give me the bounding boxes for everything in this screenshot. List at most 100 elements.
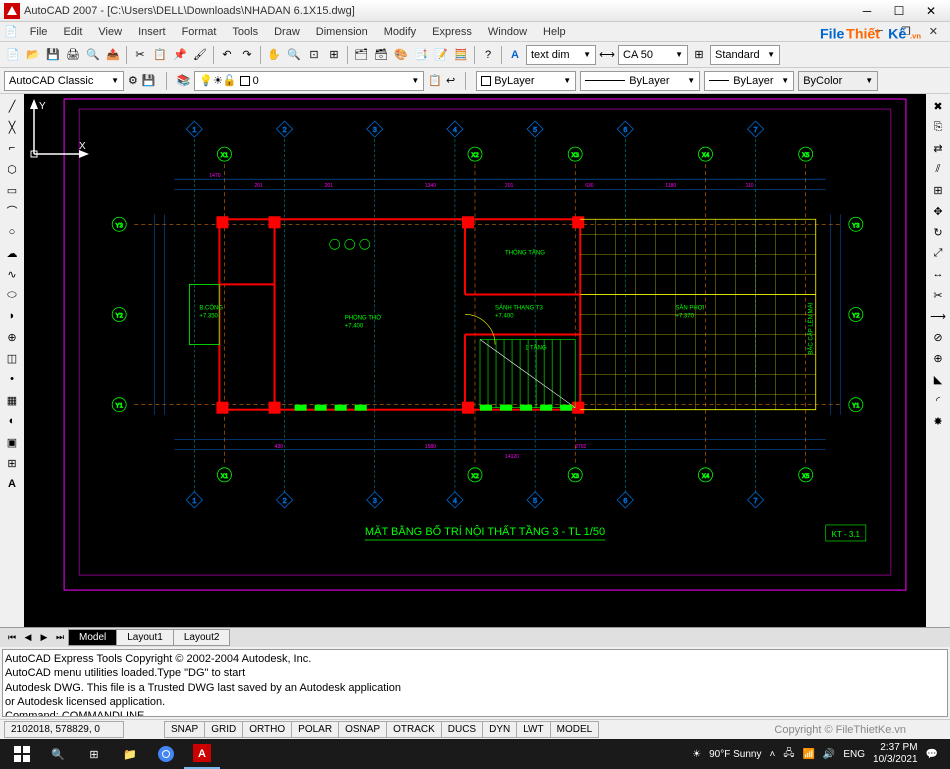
command-window[interactable]: AutoCAD Express Tools Copyright © 2002-2… <box>2 649 948 717</box>
trim-icon[interactable]: ✂ <box>928 285 948 305</box>
zoom-win-icon[interactable]: ⊡ <box>305 46 323 64</box>
copy-obj-icon[interactable]: ⎘ <box>928 117 948 137</box>
dc-icon[interactable]: 🗃 <box>372 46 390 64</box>
break-icon[interactable]: ⊘ <box>928 327 948 347</box>
toggle-osnap[interactable]: OSNAP <box>338 721 387 738</box>
wifi-icon[interactable]: 📶 <box>802 749 814 760</box>
explorer-icon[interactable]: 📁 <box>112 739 148 769</box>
toggle-snap[interactable]: SNAP <box>164 721 205 738</box>
maximize-button[interactable]: ☐ <box>884 2 914 20</box>
tab-model[interactable]: Model <box>68 629 117 646</box>
undo-icon[interactable]: ↶ <box>218 46 236 64</box>
circle-icon[interactable]: ○ <box>2 222 22 242</box>
tp-icon[interactable]: 🎨 <box>392 46 410 64</box>
minimize-button[interactable]: ─ <box>852 2 882 20</box>
toggle-grid[interactable]: GRID <box>204 721 243 738</box>
zoom-prev-icon[interactable]: ⊞ <box>325 46 343 64</box>
weather-icon[interactable]: ☀ <box>692 749 701 760</box>
ellipse-icon[interactable]: ⬭ <box>2 285 22 305</box>
cut-icon[interactable]: ✂ <box>131 46 149 64</box>
pan-icon[interactable]: ✋ <box>265 46 283 64</box>
toggle-polar[interactable]: POLAR <box>291 721 339 738</box>
rectangle-icon[interactable]: ▭ <box>2 180 22 200</box>
tab-layout2[interactable]: Layout2 <box>173 629 231 646</box>
publish-icon[interactable]: 📤 <box>104 46 122 64</box>
tab-layout1[interactable]: Layout1 <box>116 629 174 646</box>
menu-insert[interactable]: Insert <box>130 24 174 40</box>
zoom-rt-icon[interactable]: 🔍 <box>285 46 303 64</box>
menu-modify[interactable]: Modify <box>376 24 424 40</box>
markup-icon[interactable]: 📝 <box>432 46 450 64</box>
extend-icon[interactable]: ⟶ <box>928 306 948 326</box>
mirror-icon[interactable]: ⇄ <box>928 138 948 158</box>
tab-first-icon[interactable]: ⏮ <box>4 630 20 646</box>
menu-tools[interactable]: Tools <box>224 24 266 40</box>
line-icon[interactable]: ╱ <box>2 96 22 116</box>
toggle-model[interactable]: MODEL <box>550 721 600 738</box>
stretch-icon[interactable]: ↔ <box>928 264 948 284</box>
scale-icon[interactable]: ⤢ <box>928 243 948 263</box>
menu-edit[interactable]: Edit <box>55 24 90 40</box>
region-icon[interactable]: ▣ <box>2 432 22 452</box>
save-icon[interactable]: 💾 <box>44 46 62 64</box>
chamfer-icon[interactable]: ◣ <box>928 369 948 389</box>
menu-view[interactable]: View <box>90 24 130 40</box>
toggle-ortho[interactable]: ORTHO <box>242 721 292 738</box>
weather-text[interactable]: 90°F Sunny <box>709 749 761 760</box>
revcloud-icon[interactable]: ☁ <box>2 243 22 263</box>
linetype-dropdown[interactable]: ByLayer▼ <box>580 71 700 91</box>
move-icon[interactable]: ✥ <box>928 201 948 221</box>
paste-icon[interactable]: 📌 <box>171 46 189 64</box>
mtext-icon[interactable]: A <box>2 474 22 494</box>
ws-settings-icon[interactable]: ⚙ <box>128 74 138 87</box>
explode-icon[interactable]: ✸ <box>928 411 948 431</box>
copy-icon[interactable]: 📋 <box>151 46 169 64</box>
hatch-icon[interactable]: ▦ <box>2 390 22 410</box>
lineweight-dropdown[interactable]: ByLayer▼ <box>704 71 794 91</box>
erase-icon[interactable]: ✖ <box>928 96 948 116</box>
layer-dropdown[interactable]: 💡 ☀ 🔓 0▼ <box>194 71 424 91</box>
print-icon[interactable]: 🖨 <box>64 46 82 64</box>
close-button[interactable]: ✕ <box>916 2 946 20</box>
color-dropdown[interactable]: ByLayer▼ <box>476 71 576 91</box>
toggle-otrack[interactable]: OTRACK <box>386 721 442 738</box>
coords-display[interactable]: 2102018, 578829, 0 <box>4 721 124 738</box>
array-icon[interactable]: ⊞ <box>928 180 948 200</box>
tab-next-icon[interactable]: ▶ <box>36 630 52 646</box>
dimstyle-icon[interactable]: ⟷ <box>598 46 616 64</box>
block-icon[interactable]: ◫ <box>2 348 22 368</box>
menu-express[interactable]: Express <box>424 24 480 40</box>
match-icon[interactable]: 🖌 <box>191 46 209 64</box>
layer-props-icon[interactable]: 📚 <box>177 74 191 87</box>
table-icon[interactable]: ⊞ <box>2 453 22 473</box>
ellipse-arc-icon[interactable]: ◗ <box>2 306 22 326</box>
notification-icon[interactable]: 💬 <box>926 749 938 760</box>
lang-indicator[interactable]: ENG <box>843 749 865 760</box>
layer-prev-icon[interactable]: ↩ <box>446 74 455 87</box>
menu-help[interactable]: Help <box>535 24 574 40</box>
point-icon[interactable]: • <box>2 369 22 389</box>
plotstyle-dropdown[interactable]: ByColor▼ <box>798 71 878 91</box>
help-icon[interactable]: ? <box>479 46 497 64</box>
menu-format[interactable]: Format <box>174 24 225 40</box>
start-button[interactable] <box>4 739 40 769</box>
open-icon[interactable]: 📂 <box>24 46 42 64</box>
xline-icon[interactable]: ╳ <box>2 117 22 137</box>
tab-prev-icon[interactable]: ◀ <box>20 630 36 646</box>
tablestyle-icon[interactable]: ⊞ <box>690 46 708 64</box>
new-icon[interactable]: 📄 <box>4 46 22 64</box>
ws-save-icon[interactable]: 💾 <box>142 74 156 87</box>
menu-window[interactable]: Window <box>480 24 535 40</box>
taskview-icon[interactable]: ⊞ <box>76 739 112 769</box>
arc-icon[interactable]: ⌒ <box>2 201 22 221</box>
textstyle-icon[interactable]: A <box>506 46 524 64</box>
ssm-icon[interactable]: 📑 <box>412 46 430 64</box>
text-style-dropdown[interactable]: text dim▼ <box>526 45 596 65</box>
toggle-lwt[interactable]: LWT <box>516 721 550 738</box>
gradient-icon[interactable]: ◐ <box>2 411 22 431</box>
clock[interactable]: 2:37 PM 10/3/2021 <box>873 742 918 766</box>
offset-icon[interactable]: ⫽ <box>928 159 948 179</box>
toggle-dyn[interactable]: DYN <box>482 721 517 738</box>
tab-last-icon[interactable]: ⏭ <box>52 630 68 646</box>
calc-icon[interactable]: 🧮 <box>452 46 470 64</box>
